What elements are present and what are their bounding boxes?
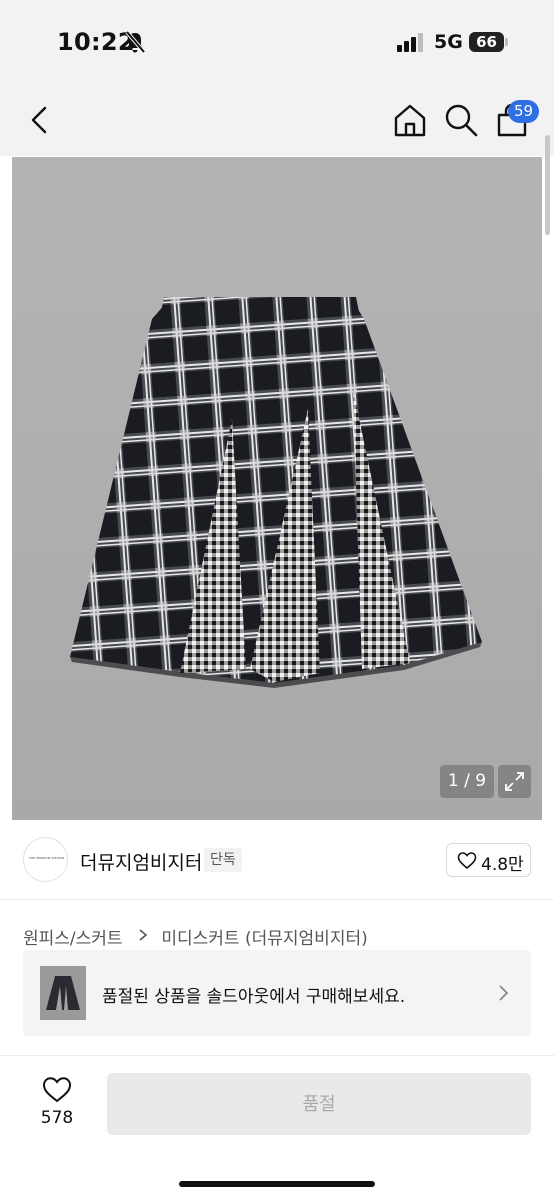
cart-count-badge: 59 [508,100,539,123]
wishlist-count: 578 [40,1108,74,1128]
battery-cap [505,38,508,46]
breadcrumb-category[interactable]: 원피스/스커트 [23,924,123,949]
brand-like-button[interactable]: 4.8만 [446,843,531,877]
heart-icon [42,1077,72,1103]
wishlist-button[interactable]: 578 [30,1072,84,1136]
battery-indicator: 66 [469,32,509,52]
battery-level: 66 [469,32,504,52]
exclusive-badge: 단독 [204,848,242,872]
brand-name-link[interactable]: 더뮤지엄비지터 [80,848,202,875]
status-bar: 10:22 5G 66 [0,0,554,84]
brand-logo[interactable]: THE MUSEUM VISITOR [23,837,68,882]
scrollbar[interactable] [545,135,550,235]
expand-icon[interactable] [498,765,531,798]
breadcrumb: 원피스/스커트 미디스커트 (더뮤지엄비지터) [23,924,368,949]
chevron-right-icon [499,985,509,1001]
soldout-banner-text: 품절된 상품을 솔드아웃에서 구매해보세요. [102,987,406,1007]
soldout-banner[interactable]: 품절된 상품을 솔드아웃에서 구매해보세요. [23,950,531,1036]
chevron-right-icon [139,928,148,941]
image-counter: 1 / 9 [440,765,494,798]
network-label: 5G [434,31,463,53]
brand-like-count: 4.8만 [481,855,524,875]
signal-icon [397,33,423,52]
bottom-action-bar: 578 품절 [0,1056,554,1200]
soldout-thumbnail [40,966,86,1020]
heart-icon [457,852,477,870]
brand-row: THE MUSEUM VISITOR 더뮤지엄비지터 단독 4.8만 [0,822,554,900]
product-image-gallery[interactable]: 1 / 9 [12,157,542,820]
home-indicator [179,1181,375,1187]
soldout-buy-button[interactable]: 품절 [107,1073,531,1135]
bell-muted-icon [125,30,146,54]
app-header [0,84,554,156]
home-icon[interactable] [392,102,428,138]
brand-logo-text: THE MUSEUM VISITOR [28,856,65,860]
breadcrumb-subcategory[interactable]: 미디스커트 (더뮤지엄비지터) [161,924,367,949]
back-button[interactable] [24,102,58,138]
product-photo-skirt [70,297,482,688]
search-icon[interactable] [443,102,479,138]
